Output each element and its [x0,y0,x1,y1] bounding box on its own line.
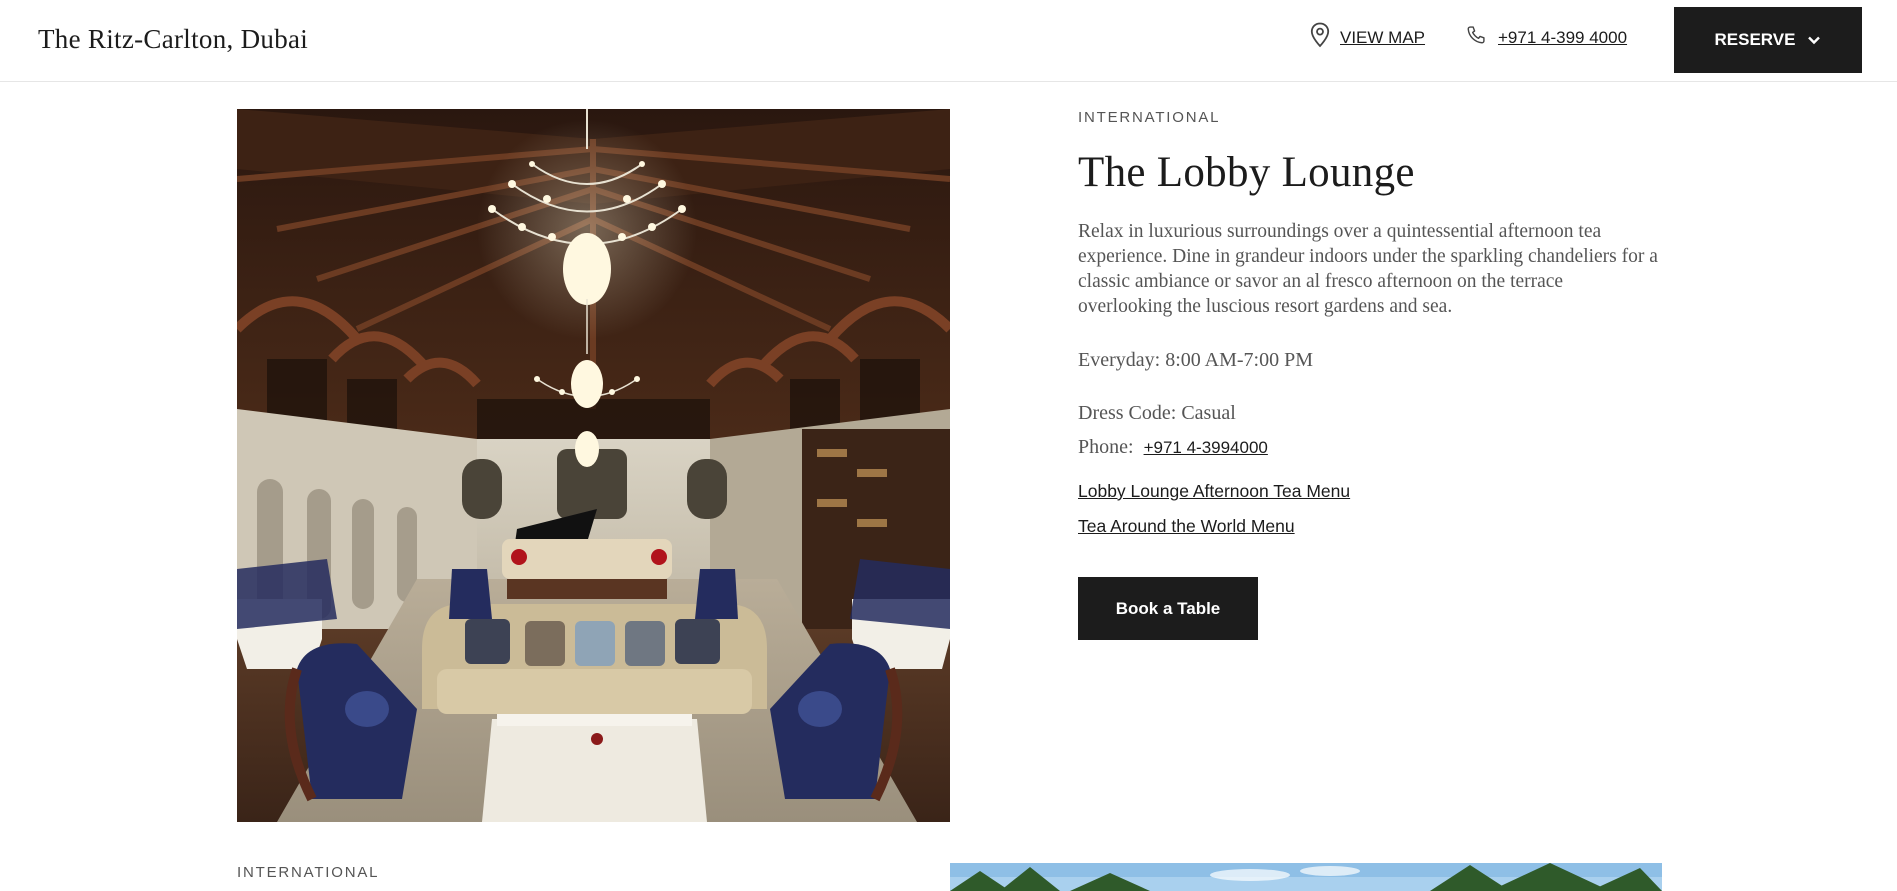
afternoon-tea-menu-link[interactable]: Lobby Lounge Afternoon Tea Menu [1078,481,1658,502]
lobby-lounge-photo [237,109,950,822]
view-map-link[interactable]: VIEW MAP [1310,22,1425,53]
book-table-button[interactable]: Book a Table [1078,577,1258,640]
phone-icon [1466,25,1486,50]
next-restaurant-category: INTERNATIONAL [237,864,380,881]
tea-around-world-menu-link[interactable]: Tea Around the World Menu [1078,516,1658,537]
restaurant-description: Relax in luxurious surroundings over a q… [1078,221,1658,317]
header-phone-link[interactable]: +971 4-399 4000 [1466,25,1627,50]
reserve-label: RESERVE [1714,30,1796,49]
restaurant-phone-link[interactable]: +971 4-3994000 [1144,438,1268,458]
next-restaurant-photo [950,863,1662,891]
restaurant-details: INTERNATIONAL The Lobby Lounge Relax in … [1078,109,1658,640]
restaurant-category: INTERNATIONAL [1078,109,1221,126]
map-pin-icon [1310,22,1330,53]
phone-label: Phone: [1078,436,1134,458]
restaurant-phone-row: Phone: +971 4-3994000 [1078,436,1658,459]
header-phone-label: +971 4-399 4000 [1498,27,1628,47]
opening-hours: Everyday: 8:00 AM-7:00 PM [1078,349,1313,371]
site-header: The Ritz-Carlton, Dubai VIEW MAP +971 4-… [0,0,1897,82]
brand-logo[interactable]: The Ritz-Carlton, Dubai [38,24,308,55]
view-map-label: VIEW MAP [1340,27,1426,47]
reserve-button[interactable]: RESERVE [1674,7,1862,73]
restaurant-title: The Lobby Lounge [1078,149,1415,196]
chevron-down-icon [1807,30,1821,50]
dress-code: Dress Code: Casual [1078,402,1236,424]
